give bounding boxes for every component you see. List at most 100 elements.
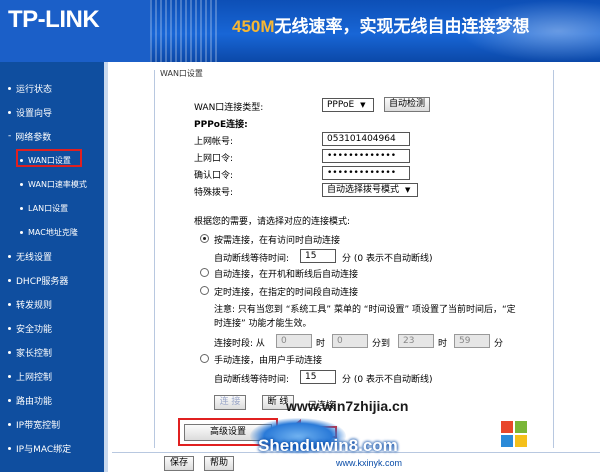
bullet-icon <box>8 86 11 90</box>
radio-manual[interactable] <box>200 354 209 363</box>
bullet-icon <box>8 374 11 378</box>
bullet-icon <box>8 278 11 282</box>
chevron-down-icon: ▼ <box>405 186 411 194</box>
chevron-down-icon: ▼ <box>360 101 366 109</box>
tp-link-logo: TP-LINK <box>8 6 100 33</box>
bullet-icon <box>8 422 11 426</box>
to-minute-input[interactable]: 59 <box>454 334 490 348</box>
minute-to-label: 分到 <box>372 339 391 349</box>
header-stripes <box>150 0 220 62</box>
sidebar-item-mac-clone[interactable]: MAC地址克隆 <box>0 222 78 242</box>
bullet-icon <box>8 446 11 450</box>
radio-auto[interactable] <box>200 268 209 277</box>
bullet-icon <box>8 326 11 330</box>
sidebar-item-ip-mac-binding[interactable]: IP与MAC绑定 <box>0 438 71 458</box>
windows-logo-icon <box>501 421 527 447</box>
bullet-icon <box>8 350 11 354</box>
sidebar-item-label: 网络参数 <box>15 132 52 143</box>
bullet-icon <box>8 302 11 306</box>
radio-timed[interactable] <box>200 286 209 295</box>
sidebar-item-security[interactable]: 安全功能 <box>0 318 52 338</box>
hour-unit-1: 时 <box>316 339 326 349</box>
pppoe-heading: PPPoE连接: <box>194 120 248 130</box>
sidebar-item-label: 家长控制 <box>16 348 53 359</box>
bullet-icon <box>20 230 23 234</box>
dial-mode-value: 自动选择拨号模式 <box>327 185 400 195</box>
sidebar-item-label: WAN口速率模式 <box>28 179 87 189</box>
conn-type-label: WAN口连接类型: <box>194 103 264 113</box>
selected-item-highlight <box>16 149 82 167</box>
bullet-icon <box>20 206 23 210</box>
sidebar-item-wizard[interactable]: 设置向导 <box>0 102 52 122</box>
idle-time-label-1: 自动断线等待时间: <box>214 254 290 264</box>
confirm-password-label: 确认口令: <box>194 171 234 181</box>
password-label: 上网口令: <box>194 154 234 164</box>
bullet-icon <box>8 110 11 114</box>
idle-time-input-2[interactable]: 15 <box>300 370 336 384</box>
sidebar-item-label: MAC地址克隆 <box>28 227 78 237</box>
timed-note-line2: 时连接” 功能才能生效。 <box>214 319 312 329</box>
sidebar-item-routing[interactable]: 路由功能 <box>0 390 52 410</box>
help-button[interactable]: 帮助 <box>204 456 234 471</box>
sidebar-item-status[interactable]: 运行状态 <box>0 78 52 98</box>
sidebar-menu: 运行状态 设置向导 - 网络参数 WAN口设置 WAN口速率模式 LAN口设置 M… <box>0 62 108 472</box>
sidebar-item-network[interactable]: - 网络参数 <box>0 126 51 146</box>
sidebar-item-label: IP与MAC绑定 <box>16 444 72 455</box>
watermark-bottom-text: www.kxinyk.com <box>336 458 403 468</box>
slogan-highlight: 450M <box>232 17 275 36</box>
to-hour-input[interactable]: 23 <box>398 334 434 348</box>
header-glow <box>460 0 600 62</box>
period-label: 连接时段: 从 <box>214 339 265 349</box>
mode-prompt: 根据您的需要，请选择对应的连接模式: <box>194 217 351 227</box>
sidebar-item-label: 设置向导 <box>16 108 53 119</box>
timed-note-line1: 注意: 只有当您到 “系统工具” 菜单的 “时间设置” 项设置了当前时间后，“定 <box>214 305 516 315</box>
header-banner: TP-LINK 450M无线速率，实现无线自由连接梦想 <box>0 0 600 62</box>
mode-manual-label: 手动连接，由用户手动连接 <box>214 356 323 366</box>
connect-button[interactable]: 连 接 <box>214 395 246 410</box>
idle-time-label-2: 自动断线等待时间: <box>214 375 290 385</box>
idle-time-input-1[interactable]: 15 <box>300 249 336 263</box>
mode-timed-label: 定时连接，在指定的时间段自动连接 <box>214 288 359 298</box>
sidebar-item-wireless[interactable]: 无线设置 <box>0 246 52 266</box>
conn-type-select[interactable]: PPPoE ▼ <box>322 98 374 112</box>
idle-time-hint-2: 分 (0 表示不自动断线) <box>342 375 433 385</box>
mode-on-demand-label: 按需连接，在有访问时自动连接 <box>214 236 341 246</box>
password-input[interactable]: ••••••••••••• <box>322 149 410 163</box>
auto-detect-button[interactable]: 自动检测 <box>384 97 431 112</box>
sidebar-item-label: 无线设置 <box>16 252 53 263</box>
minute-unit-2: 分 <box>494 339 504 349</box>
from-minute-input[interactable]: 0 <box>332 334 368 348</box>
sidebar-item-label: LAN口设置 <box>28 203 69 213</box>
confirm-password-input[interactable]: ••••••••••••• <box>322 166 410 180</box>
sidebar-item-wan-speed[interactable]: WAN口速率模式 <box>0 174 87 194</box>
sidebar-item-label: 安全功能 <box>16 324 53 335</box>
watermark-top-text: www.win7zhijia.cn <box>286 398 409 414</box>
sidebar-item-label: DHCP服务器 <box>16 276 69 287</box>
bullet-icon <box>8 254 11 258</box>
sidebar-item-label: 路由功能 <box>16 396 53 407</box>
watermark-main-text: Shenduwin8.com <box>258 436 398 455</box>
sidebar-item-label: 运行状态 <box>16 84 53 95</box>
sidebar-item-bandwidth[interactable]: IP带宽控制 <box>0 414 60 434</box>
collapse-dash-icon: - <box>8 131 12 141</box>
radio-on-demand[interactable] <box>200 234 209 243</box>
sidebar-item-label: 转发规则 <box>16 300 53 311</box>
save-button[interactable]: 保存 <box>164 456 194 471</box>
bullet-icon <box>8 398 11 402</box>
sidebar-item-parental[interactable]: 家长控制 <box>0 342 52 362</box>
conn-type-value: PPPoE <box>327 100 355 110</box>
bullet-icon <box>20 182 23 186</box>
sidebar-item-access-control[interactable]: 上网控制 <box>0 366 52 386</box>
mode-auto-label: 自动连接，在开机和断线后自动连接 <box>214 270 359 280</box>
dial-mode-select[interactable]: 自动选择拨号模式 ▼ <box>322 183 418 197</box>
sidebar-item-dhcp[interactable]: DHCP服务器 <box>0 270 68 290</box>
account-input[interactable]: 053101404964 <box>322 132 410 146</box>
sidebar-item-forwarding[interactable]: 转发规则 <box>0 294 52 314</box>
page-title: WAN口设置 <box>160 69 203 78</box>
from-hour-input[interactable]: 0 <box>276 334 312 348</box>
account-label: 上网帐号: <box>194 137 234 147</box>
sidebar-item-label: IP带宽控制 <box>16 420 61 431</box>
sidebar-item-lan[interactable]: LAN口设置 <box>0 198 68 218</box>
idle-time-hint-1: 分 (0 表示不自动断线) <box>342 254 433 264</box>
sidebar-item-label: 上网控制 <box>16 372 53 383</box>
